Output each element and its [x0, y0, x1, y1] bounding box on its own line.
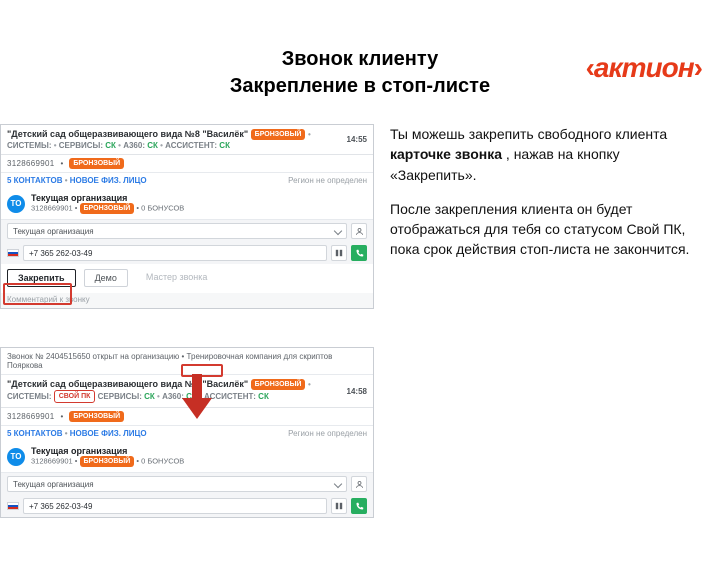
- brand-text: актион: [594, 52, 694, 83]
- org-select[interactable]: Текущая организация: [7, 476, 347, 492]
- brand-angle-right: ›: [694, 52, 702, 83]
- screenshot-after: Звонок № 2404515650 открыт на организаци…: [0, 347, 374, 518]
- call-banner: Звонок № 2404515650 открыт на организаци…: [1, 348, 373, 375]
- fix-button[interactable]: Закрепить: [7, 269, 76, 287]
- paragraph-2: После закрепления клиента он будет отобр…: [390, 199, 698, 260]
- brand-logo: ‹актион›: [586, 52, 702, 84]
- person-button[interactable]: [351, 476, 367, 492]
- call-time: 14:58: [347, 387, 367, 396]
- pause-button[interactable]: [331, 245, 347, 261]
- org-title: "Детский сад общеразвивающего вида №8 "В…: [7, 129, 248, 139]
- pause-button[interactable]: [331, 498, 347, 514]
- call-time: 14:55: [347, 135, 367, 144]
- screenshot-before: "Детский сад общеразвивающего вида №8 "В…: [0, 124, 374, 309]
- badge-own-pk: СВОЙ ПК: [54, 390, 96, 403]
- contacts-count: 5 КОНТАКТОВ: [7, 176, 62, 185]
- badge-bronze-2: БРОНЗОВЫЙ: [69, 158, 124, 169]
- wizard-button[interactable]: Мастер звонка: [136, 269, 218, 287]
- chevron-down-icon: [334, 480, 342, 488]
- flag-ru-icon: [7, 502, 19, 510]
- call-button[interactable]: [351, 498, 367, 514]
- person-button[interactable]: [351, 223, 367, 239]
- org-id: 3128669901: [7, 159, 55, 168]
- chevron-down-icon: [334, 227, 342, 235]
- badge-bronze: БРОНЗОВЫЙ: [251, 379, 306, 390]
- avatar: ТО: [7, 448, 25, 466]
- region-hint: Регион не определен: [288, 176, 367, 185]
- flag-ru-icon: [7, 249, 19, 257]
- badge-bronze: БРОНЗОВЫЙ: [251, 129, 306, 140]
- current-org-label: Текущая организация: [31, 193, 367, 203]
- avatar: ТО: [7, 195, 25, 213]
- new-person-link[interactable]: НОВОЕ ФИЗ. ЛИЦО: [70, 176, 147, 185]
- call-button[interactable]: [351, 245, 367, 261]
- phone-input[interactable]: +7 365 262-03-49: [23, 498, 327, 514]
- org-select[interactable]: Текущая организация: [7, 223, 347, 239]
- phone-input[interactable]: +7 365 262-03-49: [23, 245, 327, 261]
- comment-label: Комментарий к звонку: [1, 293, 373, 308]
- brand-angle-left: ‹: [586, 52, 594, 83]
- paragraph-1: Ты можешь закрепить свободного клиента к…: [390, 124, 698, 185]
- arrow-down-icon: [180, 374, 214, 425]
- screenshots-column: "Детский сад общеразвивающего вида №8 "В…: [0, 124, 380, 522]
- description-column: Ты можешь закрепить свободного клиента к…: [380, 124, 720, 522]
- org-id: 3128669901: [7, 412, 55, 421]
- demo-button[interactable]: Демо: [84, 269, 128, 287]
- action-tabs: Закрепить Демо Мастер звонка: [1, 264, 373, 293]
